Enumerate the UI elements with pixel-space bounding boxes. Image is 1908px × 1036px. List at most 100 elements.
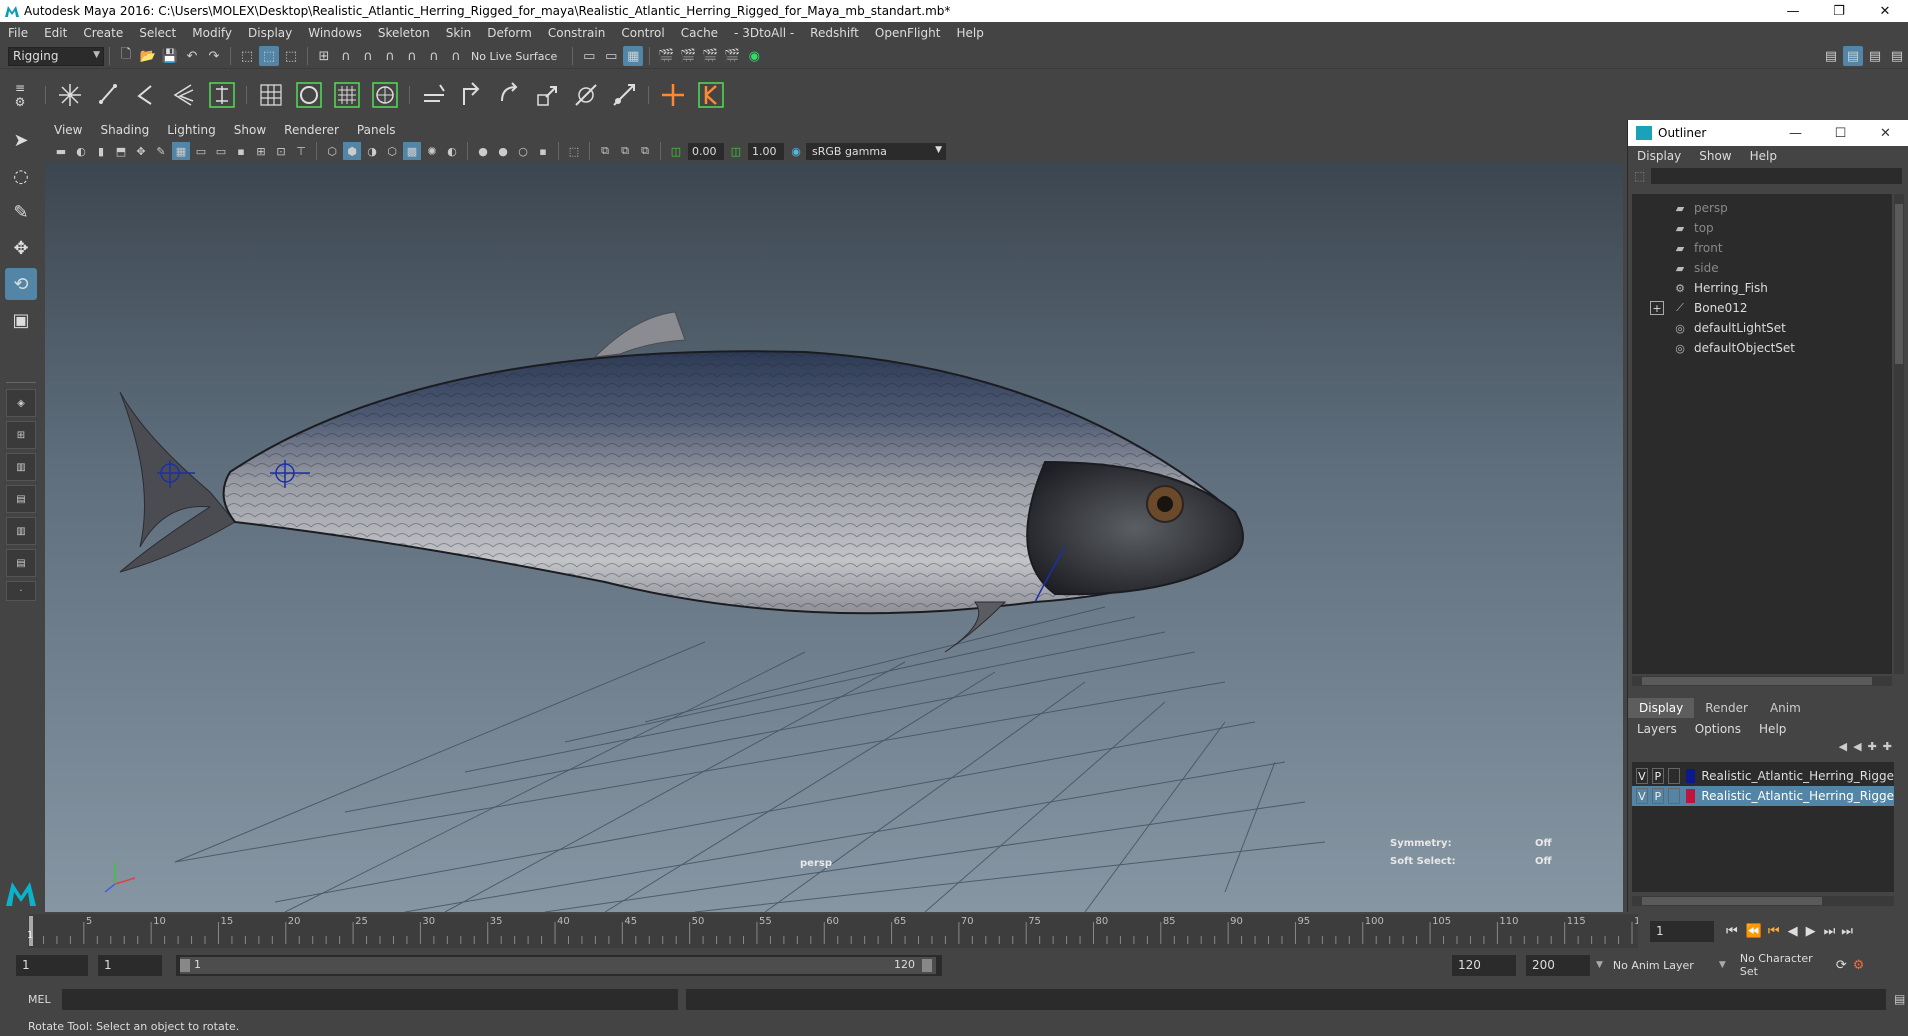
two-d-pan-icon[interactable]: ✥ [132,142,150,160]
layer-playback-toggle[interactable]: P [1651,788,1664,804]
go-to-start-icon[interactable]: ⏮ [1726,924,1738,939]
outliner-item-persp[interactable]: ▰ persp [1632,198,1892,218]
tab-anim[interactable]: Anim [1759,698,1812,718]
new-layer-icon[interactable]: ✚ [1868,740,1877,753]
safe-action-icon[interactable]: ⊡ [272,142,290,160]
menuset-dropdown[interactable]: Rigging ▼ [8,46,104,66]
four-view-icon[interactable]: ⊞ [6,421,36,449]
outliner-vertical-scrollbar[interactable] [1894,194,1904,674]
outliner-item-defaultlightset[interactable]: ◎ defaultLightSet [1632,318,1892,338]
cluster-handle-icon[interactable] [694,78,728,112]
menu-skeleton[interactable]: Skeleton [370,26,438,40]
outliner-search-input[interactable] [1651,168,1902,184]
menu-control[interactable]: Control [613,26,672,40]
menu-openflight[interactable]: OpenFlight [867,26,949,40]
outliner-close-button[interactable]: ✕ [1863,126,1908,141]
viewport-menu-shading[interactable]: Shading [91,123,158,137]
menu-display[interactable]: Display [240,26,300,40]
layer-menu-layers[interactable]: Layers [1628,722,1686,736]
undo-icon[interactable]: ↶ [182,46,202,66]
pole-vector-icon[interactable] [607,78,641,112]
ik-handle-icon[interactable] [91,78,125,112]
viewport-menu-view[interactable]: View [45,123,91,137]
anim-layer-dropdown[interactable]: No Anim Layer [1613,959,1719,972]
resolution-gate-icon[interactable]: ▭ [212,142,230,160]
layer-playback-toggle[interactable]: P [1651,768,1664,784]
tab-display[interactable]: Display [1628,698,1695,718]
bind-skin-icon[interactable] [167,78,201,112]
image-plane-icon[interactable]: ⬒ [112,142,130,160]
live-surface-icon[interactable]: ∩ [424,46,444,66]
script-editor-icon[interactable]: ▤ [1894,992,1905,1006]
select-object-icon[interactable]: ⬚ [259,46,279,66]
camera-select-icon[interactable]: ▬ [52,142,70,160]
outliner-item-side[interactable]: ▰ side [1632,258,1892,278]
chevron-down-icon[interactable]: ▼ [1719,960,1726,970]
perspective-viewport[interactable]: persp Symmetry: Off Soft Select: Off [45,162,1623,912]
layer-type-toggle[interactable] [1667,788,1680,804]
snap-view-icon[interactable]: ∩ [380,46,400,66]
smooth-shade-icon[interactable]: ⬢ [343,142,361,160]
shadows-icon[interactable]: ◐ [443,142,461,160]
outliner-menu-display[interactable]: Display [1628,149,1690,163]
layer-row[interactable]: V P Realistic_Atlantic_Herring_Rigge [1632,766,1894,786]
playback-start-field[interactable]: 1 [98,954,162,976]
orient-constraint-icon[interactable] [493,78,527,112]
step-back-icon[interactable]: ⏪ [1746,924,1762,939]
aim-constraint-icon[interactable] [569,78,603,112]
menu-select[interactable]: Select [131,26,184,40]
redo-icon[interactable]: ↷ [204,46,224,66]
select-hierarchy-icon[interactable]: ⬚ [237,46,257,66]
move-tool-icon[interactable]: ✥ [5,232,37,264]
layer-menu-help[interactable]: Help [1750,722,1795,736]
current-frame-field[interactable]: 1 [1650,920,1714,942]
xray-icon[interactable]: ⧉ [596,142,614,160]
attribute-editor-icon[interactable]: ▤ [1821,46,1841,66]
xray-active-icon[interactable]: ⧉ [616,142,634,160]
animation-preferences-icon[interactable]: ⚙ [1853,958,1865,973]
menu-3dtoall[interactable]: - 3DtoAll - [726,26,802,40]
lasso-tool-icon[interactable]: ◌ [5,160,37,192]
outliner-item-defaultobjectset[interactable]: ◎ defaultObjectSet [1632,338,1892,358]
expand-icon[interactable]: + [1650,301,1664,315]
tool-settings-icon[interactable]: ▤ [1843,46,1863,66]
point-constraint-icon[interactable] [455,78,489,112]
move-layer-down-icon[interactable]: ◀ [1853,740,1861,753]
screen-space-ao-icon[interactable]: ● [474,142,492,160]
wireframe-on-shaded-icon[interactable]: ⬡ [383,142,401,160]
layer-row-selected[interactable]: V P Realistic_Atlantic_Herring_Rigge [1632,786,1894,806]
wrap-deformer-icon[interactable] [330,78,364,112]
snap-surface-icon[interactable]: ∩ [402,46,422,66]
gate-mask-icon[interactable]: ▪ [232,142,250,160]
persp-uv-icon[interactable]: ▤ [6,549,36,577]
live-surface-label[interactable]: No Live Surface [471,50,557,63]
exposure-field[interactable]: 0.00 [688,142,724,160]
gamma-field[interactable]: 1.00 [748,142,784,160]
input-icon[interactable]: ▭ [579,46,599,66]
command-language-label[interactable]: MEL [28,993,62,1006]
save-scene-icon[interactable]: 💾 [160,46,180,66]
viewport-menu-lighting[interactable]: Lighting [158,123,225,137]
menu-constrain[interactable]: Constrain [540,26,614,40]
use-default-material-icon[interactable]: ◑ [363,142,381,160]
outliner-menu-show[interactable]: Show [1690,149,1740,163]
menu-windows[interactable]: Windows [300,26,370,40]
layer-color-swatch[interactable] [1685,789,1696,803]
select-component-icon[interactable]: ⬚ [281,46,301,66]
viewport-menu-panels[interactable]: Panels [348,123,405,137]
single-perspective-view-icon[interactable]: ◈ [6,389,36,417]
move-layer-up-icon[interactable]: ◀ [1839,740,1847,753]
menu-modify[interactable]: Modify [184,26,240,40]
exposure-icon[interactable]: ◫ [667,142,685,160]
play-backwards-icon[interactable]: ◀ [1788,924,1798,939]
play-forwards-icon[interactable]: ▶ [1806,924,1816,939]
layer-type-toggle[interactable] [1667,768,1680,784]
parent-constraint-icon[interactable] [417,78,451,112]
ipr-render-icon[interactable]: 🎬 [700,46,720,66]
layer-visibility-toggle[interactable]: V [1636,788,1648,804]
outliner-maximize-button[interactable]: ☐ [1818,126,1863,141]
film-gate-icon[interactable]: ▭ [192,142,210,160]
paint-select-icon[interactable]: ✎ [5,196,37,228]
tab-render[interactable]: Render [1694,698,1759,718]
menu-deform[interactable]: Deform [479,26,540,40]
